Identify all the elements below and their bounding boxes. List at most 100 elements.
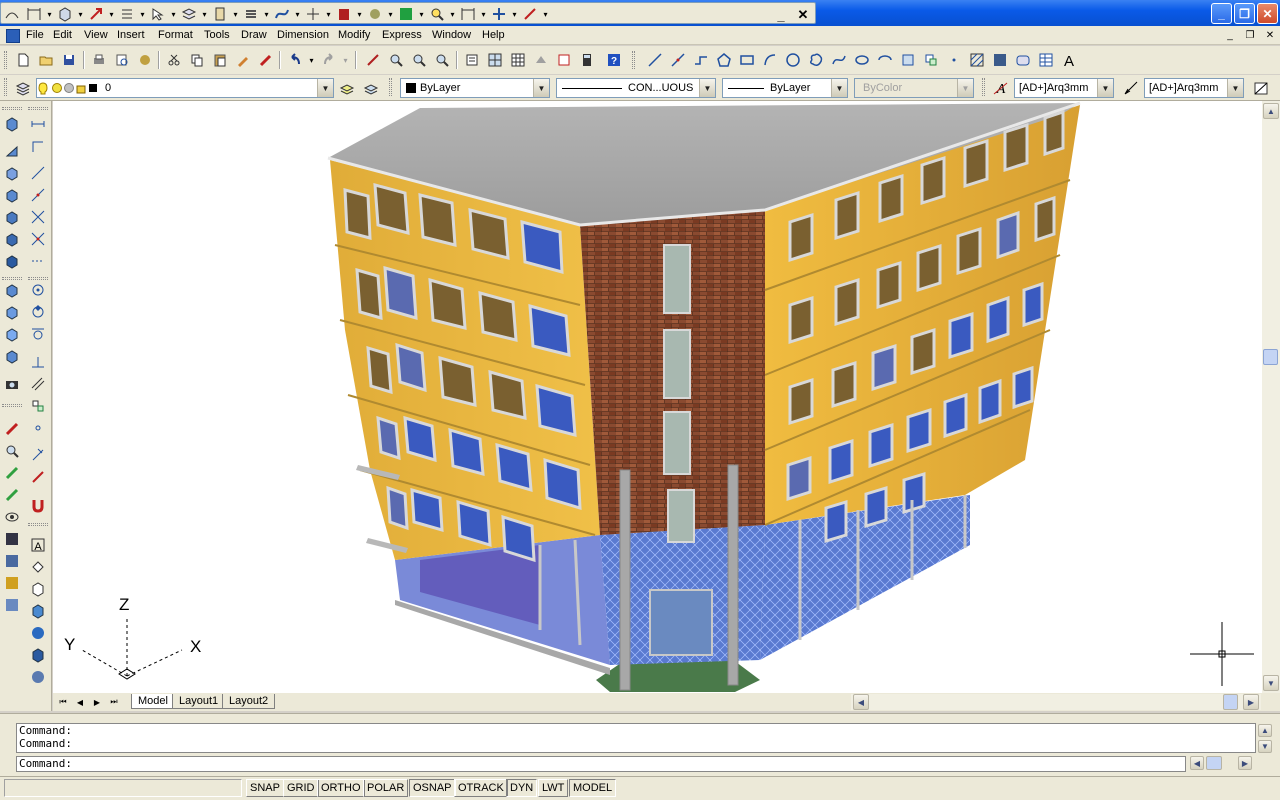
diameter-dim-icon[interactable]: [27, 207, 48, 227]
dropdown-arrow-icon[interactable]: ▾: [138, 4, 147, 24]
dim-style-combo[interactable]: [AD+]Arq3mm ▼: [1144, 78, 1244, 98]
gradient-icon[interactable]: [989, 49, 1010, 70]
multiline-text-icon[interactable]: A: [1058, 49, 1079, 70]
insert-block-icon[interactable]: [897, 49, 918, 70]
snap-perpendicular-icon[interactable]: [27, 352, 48, 372]
linetype-combo[interactable]: CON...UOUS ▼: [556, 78, 716, 98]
pan-icon[interactable]: [362, 49, 383, 70]
polygon-icon[interactable]: [713, 49, 734, 70]
dropdown-arrow-icon[interactable]: ▾: [324, 4, 333, 24]
toolbar-grip[interactable]: [2, 107, 22, 110]
publish-icon[interactable]: [134, 49, 155, 70]
undo-icon[interactable]: [284, 49, 305, 70]
region-icon[interactable]: [1012, 49, 1033, 70]
text-style-combo[interactable]: [AD+]Arq3mm ▼: [1014, 78, 1114, 98]
dropdown-arrow-icon[interactable]: ▾: [417, 4, 426, 24]
solid-interfere-icon[interactable]: [1, 251, 22, 271]
tool-move-icon[interactable]: [488, 4, 510, 24]
dropdown-arrow-icon[interactable]: ▾: [355, 4, 364, 24]
menu-window[interactable]: Window: [432, 28, 471, 43]
scroll-down-button[interactable]: ▼: [1263, 675, 1279, 691]
vertical-scroll-thumb[interactable]: [1263, 349, 1278, 365]
dropdown-arrow-icon[interactable]: ▾: [293, 4, 302, 24]
3d-dish-icon[interactable]: [27, 667, 48, 687]
lineweight-combo[interactable]: ByLayer ▼: [722, 78, 848, 98]
snap-tangent-icon[interactable]: [27, 324, 48, 344]
status-grid[interactable]: GRID: [283, 779, 319, 797]
solid-wedge-icon[interactable]: [1, 141, 22, 161]
floating-close-button[interactable]: ✕: [795, 7, 811, 23]
layer-manager-icon[interactable]: [12, 77, 33, 98]
tool-door-icon[interactable]: [209, 4, 231, 24]
tab-prev-button[interactable]: ◀: [72, 694, 88, 710]
subtract-icon[interactable]: [1, 302, 22, 322]
text-style-dropdown-icon[interactable]: ▼: [1097, 79, 1113, 97]
quick-dim-icon[interactable]: [27, 251, 48, 271]
scroll-up-button[interactable]: ▲: [1263, 103, 1279, 119]
toolbar-grip[interactable]: [389, 78, 392, 96]
scene-icon[interactable]: [1, 573, 22, 593]
window-close-button[interactable]: ✕: [1257, 3, 1278, 24]
construction-line-icon[interactable]: [667, 49, 688, 70]
menu-express[interactable]: Express: [382, 28, 422, 43]
properties-icon[interactable]: [461, 49, 482, 70]
menu-view[interactable]: View: [84, 28, 108, 43]
toolbar-grip[interactable]: [4, 51, 7, 69]
print-icon[interactable]: [88, 49, 109, 70]
tool-palettes-icon[interactable]: [507, 49, 528, 70]
dropdown-arrow-icon[interactable]: ▾: [231, 4, 240, 24]
tool-ucs-icon[interactable]: [302, 4, 324, 24]
text-style-icon[interactable]: A: [990, 77, 1011, 98]
snap-nearest-icon[interactable]: [27, 445, 48, 465]
save-icon[interactable]: [58, 49, 79, 70]
dropdown-arrow-icon[interactable]: ▾: [169, 4, 178, 24]
match-properties-icon[interactable]: [232, 49, 253, 70]
snap-quadrant-icon[interactable]: [27, 302, 48, 322]
window-minimize-button[interactable]: _: [1211, 3, 1232, 24]
solid-slice-icon[interactable]: [1, 207, 22, 227]
tool-map-icon[interactable]: [395, 4, 417, 24]
scroll-left-button[interactable]: ◀: [853, 694, 869, 710]
window-restore-button[interactable]: ❐: [1234, 3, 1255, 24]
tool-dimension-icon[interactable]: [457, 4, 479, 24]
dropdown-arrow-icon[interactable]: ▾: [386, 4, 395, 24]
tab-first-button[interactable]: ⏮: [55, 694, 71, 710]
tool-snap-icon[interactable]: [85, 4, 107, 24]
menu-draw[interactable]: Draw: [241, 28, 267, 43]
3d-face-icon[interactable]: [27, 557, 48, 577]
tool-box-icon[interactable]: [54, 4, 76, 24]
color-dropdown-icon[interactable]: ▼: [533, 79, 549, 97]
dropdown-arrow-icon[interactable]: ▾: [448, 4, 457, 24]
block-editor-icon[interactable]: [255, 49, 276, 70]
copy-icon[interactable]: [186, 49, 207, 70]
layer-combo[interactable]: 0 ▼: [36, 78, 334, 98]
snap-none-icon[interactable]: [27, 467, 48, 487]
vertical-scrollbar[interactable]: ▲ ▼: [1262, 101, 1280, 693]
dim-style-icon[interactable]: [1120, 77, 1141, 98]
3d-sphere-icon[interactable]: [27, 623, 48, 643]
magnet-icon[interactable]: [27, 495, 48, 515]
command-input[interactable]: Command:: [16, 756, 1186, 772]
layer-previous-icon[interactable]: [360, 77, 381, 98]
menu-tools[interactable]: Tools: [204, 28, 230, 43]
solid-revolve-icon[interactable]: [1, 185, 22, 205]
dropdown-arrow-icon[interactable]: ▾: [45, 4, 54, 24]
3d-cylinder-icon[interactable]: [27, 645, 48, 665]
hatch-icon[interactable]: [966, 49, 987, 70]
status-otrack[interactable]: OTRACK: [454, 779, 508, 797]
tab-layout1[interactable]: Layout1: [172, 694, 226, 709]
design-center-icon[interactable]: [484, 49, 505, 70]
tab-last-button[interactable]: ⏭: [106, 694, 122, 710]
paste-icon[interactable]: [209, 49, 230, 70]
fly-icon[interactable]: [1, 551, 22, 571]
union-icon[interactable]: [1, 280, 22, 300]
toolbar-grip[interactable]: [2, 404, 22, 407]
tool-arc-icon[interactable]: [1, 4, 23, 24]
tab-layout2[interactable]: Layout2: [222, 694, 276, 709]
tab-model[interactable]: Model: [131, 694, 175, 709]
markup-icon[interactable]: [553, 49, 574, 70]
rectangle-icon[interactable]: [736, 49, 757, 70]
status-dyn[interactable]: DYN: [506, 779, 538, 797]
command-scroll-right-button[interactable]: ▶: [1238, 756, 1252, 770]
tool-render-icon[interactable]: [364, 4, 386, 24]
